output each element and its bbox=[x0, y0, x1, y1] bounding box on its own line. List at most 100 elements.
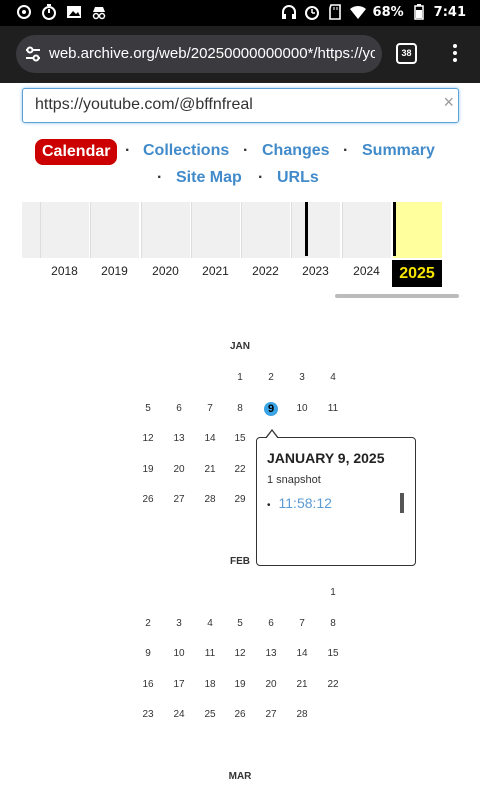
alarm-icon bbox=[304, 4, 320, 20]
year-label[interactable]: 7 bbox=[22, 264, 30, 278]
tab-calendar[interactable]: Calendar bbox=[35, 139, 118, 165]
year-column[interactable] bbox=[141, 202, 190, 258]
nav-separator: · bbox=[157, 169, 163, 186]
tab-site-map[interactable]: Site Map bbox=[176, 169, 242, 187]
calendar-day[interactable]: 20 bbox=[169, 464, 189, 475]
search-value[interactable]: https://youtube.com/@bffnfreal bbox=[35, 96, 253, 114]
calendar-day[interactable]: 14 bbox=[200, 433, 220, 444]
year-label[interactable]: 2021 bbox=[191, 264, 240, 278]
calendar-day[interactable]: 3 bbox=[292, 372, 312, 383]
calendar-day[interactable]: 14 bbox=[292, 648, 312, 659]
url-search-input[interactable]: https://youtube.com/@bffnfreal × bbox=[22, 88, 459, 123]
calendar-day[interactable]: 19 bbox=[230, 679, 250, 690]
month-title-jan: JAN bbox=[229, 341, 250, 352]
calendar-day[interactable]: 9 bbox=[264, 401, 278, 416]
year-column-active[interactable] bbox=[393, 202, 442, 258]
tab-summary[interactable]: Summary bbox=[362, 142, 435, 160]
month-title-mar: MAR bbox=[228, 771, 252, 782]
calendar-day[interactable]: 9 bbox=[138, 648, 158, 659]
wayback-nav: Calendar · Collections · Changes · Summa… bbox=[0, 136, 480, 196]
calendar-day[interactable]: 18 bbox=[200, 679, 220, 690]
calendar-day[interactable]: 10 bbox=[169, 648, 189, 659]
calendar-day[interactable]: 15 bbox=[230, 433, 250, 444]
year-label[interactable]: 2018 bbox=[40, 264, 89, 278]
browser-toolbar: web.archive.org/web/20250000000000*/http… bbox=[0, 26, 480, 83]
status-bar: 68% 7:41 bbox=[0, 0, 480, 26]
calendar-day[interactable]: 22 bbox=[230, 464, 250, 475]
calendar-day[interactable]: 20 bbox=[261, 679, 281, 690]
calendar-day[interactable]: 19 bbox=[138, 464, 158, 475]
calendar-day[interactable]: 8 bbox=[230, 403, 250, 414]
year-column[interactable] bbox=[291, 202, 340, 258]
calendar-day[interactable]: 4 bbox=[323, 372, 343, 383]
tab-switcher-button[interactable]: 38 bbox=[396, 43, 417, 64]
popup-scrollbar[interactable] bbox=[400, 493, 404, 513]
year-column[interactable] bbox=[191, 202, 240, 258]
calendar-day[interactable]: 24 bbox=[169, 709, 189, 720]
year-column[interactable] bbox=[22, 202, 40, 258]
calendar-day[interactable]: 28 bbox=[292, 709, 312, 720]
calendar-day[interactable]: 10 bbox=[292, 403, 312, 414]
site-settings-icon[interactable] bbox=[24, 45, 42, 63]
calendar-day[interactable]: 29 bbox=[230, 494, 250, 505]
calendar-day[interactable]: 3 bbox=[169, 618, 189, 629]
calendar-day[interactable]: 23 bbox=[138, 709, 158, 720]
calendar-day[interactable]: 13 bbox=[169, 433, 189, 444]
calendar-day[interactable]: 7 bbox=[200, 403, 220, 414]
calendar-day[interactable]: 5 bbox=[138, 403, 158, 414]
calendar-day[interactable]: 2 bbox=[138, 618, 158, 629]
snapshot-link[interactable]: 11:58:12 bbox=[267, 495, 332, 511]
calendar-day[interactable]: 11 bbox=[200, 648, 220, 659]
calendar-day[interactable]: 12 bbox=[230, 648, 250, 659]
calendar-day[interactable]: 22 bbox=[323, 679, 343, 690]
year-label[interactable]: 2022 bbox=[241, 264, 290, 278]
calendar-day[interactable]: 1 bbox=[230, 372, 250, 383]
calendar-day[interactable]: 4 bbox=[200, 618, 220, 629]
year-timeline[interactable]: 7 2018 2019 2020 2021 2022 2023 2024 202… bbox=[22, 202, 459, 298]
year-column[interactable] bbox=[241, 202, 290, 258]
calendar-day[interactable]: 8 bbox=[323, 618, 343, 629]
year-column[interactable] bbox=[40, 202, 89, 258]
popup-snapshot-count: 1 snapshot bbox=[267, 474, 321, 486]
overflow-menu-icon[interactable] bbox=[450, 44, 460, 64]
year-label[interactable]: 2023 bbox=[291, 264, 340, 278]
year-label[interactable]: 2019 bbox=[90, 264, 139, 278]
calendar-day[interactable]: 17 bbox=[169, 679, 189, 690]
calendar-day[interactable]: 25 bbox=[200, 709, 220, 720]
popup-title: JANUARY 9, 2025 bbox=[267, 450, 385, 466]
calendar-day[interactable]: 6 bbox=[261, 618, 281, 629]
calendar-day[interactable]: 16 bbox=[138, 679, 158, 690]
tab-collections[interactable]: Collections bbox=[143, 142, 229, 160]
clear-search-icon[interactable]: × bbox=[443, 92, 454, 113]
tab-changes[interactable]: Changes bbox=[262, 142, 330, 160]
year-label-active[interactable]: 2025 bbox=[392, 260, 442, 287]
year-column[interactable] bbox=[90, 202, 139, 258]
calendar-day[interactable]: 6 bbox=[169, 403, 189, 414]
image-icon bbox=[66, 4, 82, 20]
calendar-day[interactable]: 15 bbox=[323, 648, 343, 659]
timeline-scrollbar[interactable] bbox=[335, 294, 459, 298]
snapshot-popup: JANUARY 9, 2025 1 snapshot 11:58:12 bbox=[256, 429, 416, 566]
calendar-day[interactable]: 21 bbox=[292, 679, 312, 690]
calendar-day[interactable]: 12 bbox=[138, 433, 158, 444]
year-label[interactable]: 2020 bbox=[141, 264, 190, 278]
calendar-day[interactable]: 7 bbox=[292, 618, 312, 629]
url-text[interactable]: web.archive.org/web/20250000000000*/http… bbox=[49, 45, 375, 62]
calendar-day[interactable]: 21 bbox=[200, 464, 220, 475]
calendar-day[interactable]: 5 bbox=[230, 618, 250, 629]
sync-icon bbox=[16, 4, 32, 20]
calendar-day[interactable]: 2 bbox=[261, 372, 281, 383]
calendar-day[interactable]: 26 bbox=[138, 494, 158, 505]
calendar-day[interactable]: 13 bbox=[261, 648, 281, 659]
address-bar[interactable]: web.archive.org/web/20250000000000*/http… bbox=[16, 35, 382, 73]
calendar-day[interactable]: 27 bbox=[261, 709, 281, 720]
calendar-day[interactable]: 1 bbox=[323, 587, 343, 598]
calendar-day[interactable]: 28 bbox=[200, 494, 220, 505]
calendar-day[interactable]: 27 bbox=[169, 494, 189, 505]
calendar-day[interactable]: 11 bbox=[323, 403, 343, 414]
nav-separator: · bbox=[343, 142, 349, 159]
year-column[interactable] bbox=[342, 202, 391, 258]
tab-urls[interactable]: URLs bbox=[277, 169, 319, 187]
calendar-day[interactable]: 26 bbox=[230, 709, 250, 720]
year-label[interactable]: 2024 bbox=[342, 264, 391, 278]
